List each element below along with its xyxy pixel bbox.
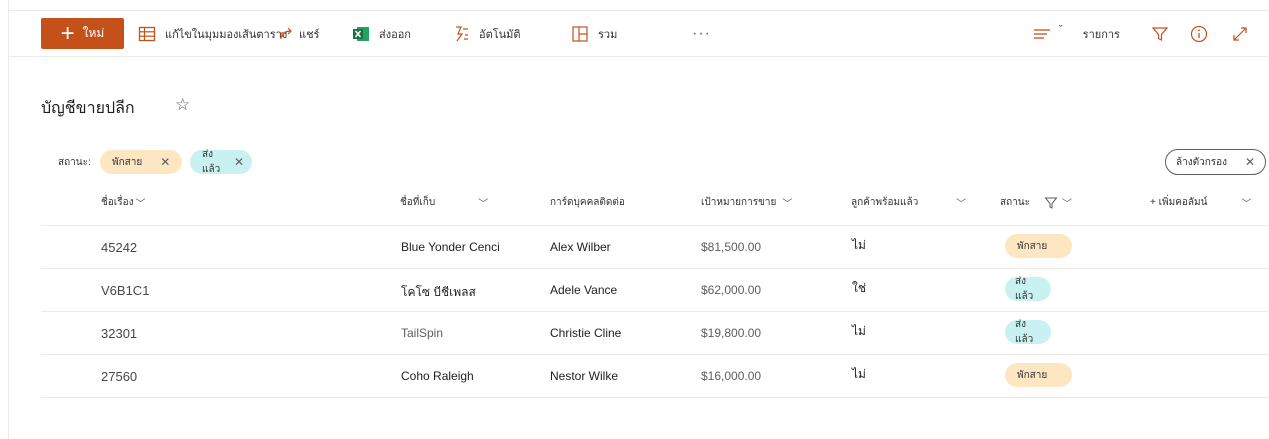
cell-target: $16,000.00 bbox=[701, 369, 762, 383]
new-button[interactable]: + ใหม่ bbox=[41, 18, 124, 49]
cell-contact[interactable]: Christie Cline bbox=[550, 326, 621, 340]
integrate-button[interactable]: รวม bbox=[571, 21, 617, 47]
grid-edit-button[interactable]: แก้ไขในมุมมองเส้นตาราง bbox=[138, 21, 287, 47]
status-badge: ส่งแล้ว bbox=[1005, 319, 1051, 345]
column-header-label: ลูกค้าพร้อมแล้ว bbox=[851, 197, 919, 208]
automate-button[interactable]: อัตโนมัติ bbox=[452, 21, 521, 47]
filter-chip-sent[interactable]: ส่งแล้ว ✕ bbox=[190, 149, 252, 175]
more-options-button[interactable]: ··· bbox=[692, 21, 711, 47]
filter-icon bbox=[1044, 197, 1058, 209]
info-icon bbox=[1190, 25, 1208, 43]
expand-button[interactable] bbox=[1231, 21, 1249, 47]
share-button[interactable]: แชร์ bbox=[278, 21, 319, 47]
column-header-target[interactable]: เป้าหมายการขาย ﹀ bbox=[701, 195, 792, 210]
column-header-contact[interactable]: การ์ดบุคคลติดต่อ bbox=[550, 195, 625, 210]
add-column-label: + เพิ่มคอลัมน์ bbox=[1150, 197, 1208, 208]
close-icon[interactable]: ✕ bbox=[234, 155, 244, 169]
cell-target: $19,800.00 bbox=[701, 326, 762, 340]
column-header-status[interactable]: สถานะ ﹀ bbox=[1000, 195, 1072, 210]
list-title: บัญชีขายปลีก bbox=[41, 100, 135, 117]
expand-icon bbox=[1233, 27, 1247, 41]
view-switcher[interactable]: ˇ รายการ bbox=[1033, 21, 1120, 47]
grid-icon bbox=[138, 26, 156, 42]
export-button[interactable]: ส่งออก bbox=[352, 21, 411, 47]
filter-chip-label: ส่งแล้ว bbox=[202, 149, 221, 175]
chevron-down-icon: ﹀ bbox=[478, 199, 489, 210]
column-header-ready[interactable]: ลูกค้าพร้อมแล้ว ﹀ bbox=[851, 195, 966, 210]
cell-ready: ใช่ bbox=[852, 281, 867, 295]
cell-ready: ไม่ bbox=[852, 367, 866, 381]
chevron-down-icon: ﹀ bbox=[1061, 199, 1072, 210]
table-row[interactable]: V6B1C1 โคโซ บีชีเพลส Adele Vance $62,000… bbox=[41, 269, 1269, 312]
table-row[interactable]: 27560 Coho Raleigh Nestor Wilke $16,000.… bbox=[41, 355, 1269, 398]
column-header-label: การ์ดบุคคลติดต่อ bbox=[550, 197, 625, 208]
status-badge: พักสาย bbox=[1005, 363, 1072, 387]
cell-title[interactable]: 45242 bbox=[101, 240, 137, 255]
cell-contact[interactable]: Nestor Wilke bbox=[550, 369, 618, 383]
cell-ready: ไม่ bbox=[852, 324, 866, 338]
column-header-company[interactable]: ชื่อที่เก็บ ﹀ bbox=[400, 195, 488, 210]
excel-icon bbox=[353, 27, 369, 41]
list-view-icon bbox=[1034, 29, 1050, 39]
cell-title[interactable]: 32301 bbox=[101, 326, 137, 341]
view-caret: ˇ bbox=[1059, 24, 1063, 36]
chevron-down-icon: ﹀ bbox=[135, 199, 146, 210]
cell-contact[interactable]: Alex Wilber bbox=[550, 240, 611, 254]
cell-company: Blue Yonder Cenci bbox=[401, 240, 500, 254]
info-button[interactable] bbox=[1190, 21, 1208, 47]
filter-label: สถานะ: bbox=[58, 157, 91, 168]
close-icon[interactable]: ✕ bbox=[160, 155, 170, 169]
cell-title[interactable]: 27560 bbox=[101, 369, 137, 384]
export-label: ส่งออก bbox=[379, 29, 411, 41]
share-label: แชร์ bbox=[299, 29, 320, 41]
cell-ready: ไม่ bbox=[852, 238, 866, 252]
table-row[interactable]: 32301 TailSpin Christie Cline $19,800.00… bbox=[41, 312, 1269, 355]
chevron-down-icon: ﹀ bbox=[956, 199, 967, 210]
ellipsis-icon: ··· bbox=[692, 25, 711, 42]
cell-contact[interactable]: Adele Vance bbox=[550, 283, 617, 297]
column-header-label: เป้าหมายการขาย bbox=[701, 197, 777, 208]
filter-chip-pending[interactable]: พักสาย ✕ bbox=[100, 150, 182, 174]
new-button-label: ใหม่ bbox=[82, 26, 105, 40]
add-column-button[interactable]: + เพิ่มคอลัมน์ ﹀ bbox=[1150, 195, 1251, 210]
filter-icon bbox=[1151, 27, 1169, 41]
chevron-down-icon: ﹀ bbox=[1241, 199, 1252, 210]
chevron-down-icon: ﹀ bbox=[782, 199, 793, 210]
favorite-star-icon[interactable]: ☆ bbox=[175, 95, 190, 115]
status-badge: พักสาย bbox=[1005, 234, 1072, 258]
integrate-label: รวม bbox=[598, 29, 618, 41]
status-badge: ส่งแล้ว bbox=[1005, 276, 1051, 302]
filter-pane-button[interactable] bbox=[1151, 21, 1169, 47]
cell-company: โคโซ บีชีเพลส bbox=[401, 285, 476, 299]
share-icon bbox=[280, 27, 292, 39]
table-row[interactable]: 45242 Blue Yonder Cenci Alex Wilber $81,… bbox=[41, 226, 1269, 269]
cell-company: TailSpin bbox=[401, 326, 444, 340]
integrate-icon bbox=[572, 26, 588, 42]
column-header-label: ชื่อที่เก็บ bbox=[400, 197, 436, 208]
automate-icon bbox=[456, 26, 468, 42]
automate-label: อัตโนมัติ bbox=[479, 29, 521, 41]
column-header-title[interactable]: ชื่อเรื่อง ﹀ bbox=[101, 195, 145, 210]
column-header-label: ชื่อเรื่อง bbox=[101, 197, 134, 208]
cell-title[interactable]: V6B1C1 bbox=[101, 283, 149, 298]
grid-edit-label: แก้ไขในมุมมองเส้นตาราง bbox=[165, 29, 288, 41]
column-header-label: สถานะ bbox=[1000, 197, 1030, 208]
view-label: รายการ bbox=[1082, 29, 1120, 41]
cell-target: $81,500.00 bbox=[701, 240, 762, 254]
command-bar: + ใหม่ แก้ไขในมุมมองเส้นตาราง แชร์ ส่งออ… bbox=[9, 11, 1269, 57]
left-rail bbox=[0, 0, 9, 439]
clear-filters-button[interactable]: ล้างตัวกรอง ✕ bbox=[1165, 149, 1266, 175]
cell-target: $62,000.00 bbox=[701, 283, 762, 297]
filter-chip-label: พักสาย bbox=[112, 156, 143, 168]
plus-icon: + bbox=[60, 19, 75, 47]
cell-company: Coho Raleigh bbox=[401, 369, 474, 383]
close-icon: ✕ bbox=[1244, 155, 1255, 169]
clear-filters-label: ล้างตัวกรอง bbox=[1176, 156, 1228, 168]
